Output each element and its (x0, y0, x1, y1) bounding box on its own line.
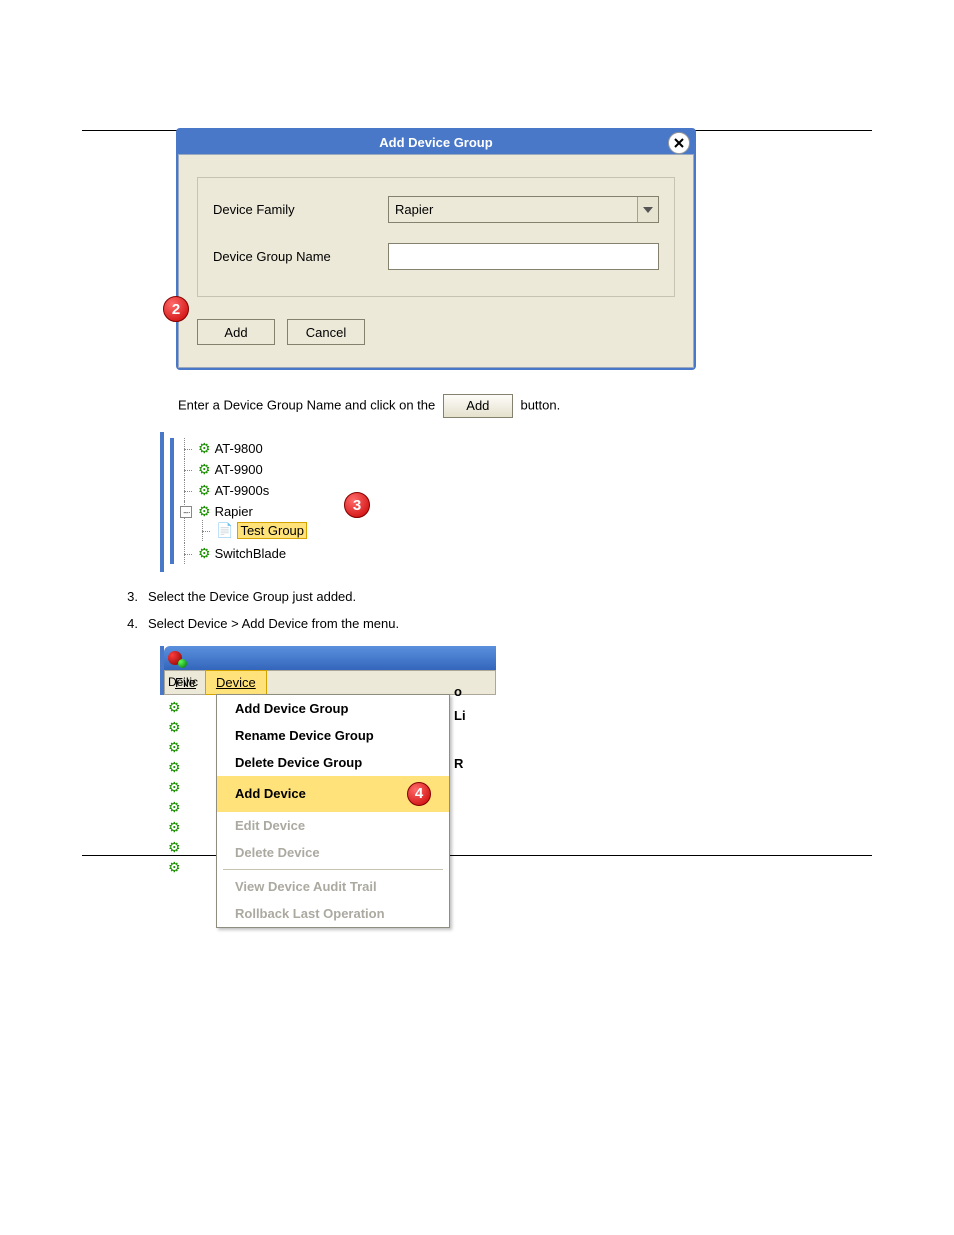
tree-item[interactable]: ⚙ SwitchBlade (194, 543, 368, 564)
tree-item[interactable]: ⚙ AT-9800 (194, 438, 368, 459)
device-group-name-input[interactable] (388, 243, 659, 270)
inline-add-button-label: Add (466, 396, 489, 416)
menu-edit-device: Edit Device (217, 812, 449, 839)
group-icon: ⚙ (198, 461, 211, 478)
document-icon: 📄 (216, 522, 233, 539)
menu-device-label: Device (216, 675, 256, 690)
step-text: Select Device > Add Device from the menu… (148, 615, 399, 634)
step-number: 4. (120, 615, 138, 634)
device-family-value: Rapier (389, 202, 439, 217)
menu-add-device-group[interactable]: Add Device Group (217, 695, 449, 722)
group-icon: ⚙ (168, 819, 181, 836)
device-family-label: Device Family (213, 202, 388, 217)
dialog-title: Add Device Group (178, 130, 694, 154)
tree-item[interactable]: – ⚙Rapier 📄Test Group (194, 501, 368, 543)
tree-item-label: AT-9900 (215, 462, 263, 477)
menu-rollback: Rollback Last Operation (217, 900, 449, 927)
chevron-down-icon[interactable] (637, 197, 658, 222)
add-button[interactable]: Add (197, 319, 275, 345)
group-icon: ⚙ (168, 759, 181, 776)
cancel-button[interactable]: Cancel (287, 319, 365, 345)
close-icon[interactable] (668, 132, 690, 154)
obscured-tree: ⚙ ⚙ ⚙ ⚙ ⚙ ⚙ ⚙ ⚙ ⚙ (168, 698, 181, 878)
group-icon: ⚙ (198, 482, 211, 499)
app-logo-icon (168, 651, 182, 665)
tree-item[interactable]: ⚙ AT-9900s (194, 480, 368, 501)
group-icon: ⚙ (168, 779, 181, 796)
numbered-steps: 3. Select the Device Group just added. 4.… (120, 588, 872, 634)
tree-item-label-selected: Test Group (237, 522, 307, 539)
tree-item-label: AT-9800 (215, 441, 263, 456)
dialog-button-row: Add Cancel (197, 319, 675, 345)
step-item: 4. Select Device > Add Device from the me… (120, 615, 872, 634)
add-button-label: Add (224, 325, 247, 340)
instruction-paragraph: Enter a Device Group Name and click on t… (178, 394, 872, 418)
device-tree: 3 ⚙AT-9800 ⚙AT-9900 ⚙AT-9900s – ⚙Rapier … (160, 432, 372, 572)
device-group-name-row: Device Group Name (213, 243, 659, 270)
menu-add-device-label: Add Device (235, 786, 306, 801)
tree-item-label: SwitchBlade (215, 546, 287, 561)
dialog-fieldset: Device Family Rapier Device Group Name (197, 177, 675, 297)
menu-add-device[interactable]: Add Device 4 (217, 776, 449, 812)
group-icon: ⚙ (168, 839, 181, 856)
group-icon: ⚙ (198, 503, 211, 520)
group-icon: ⚙ (168, 719, 181, 736)
menu-device[interactable]: Device (205, 670, 267, 695)
application-window: o Li R File Device Devic ⚙ ⚙ ⚙ ⚙ ⚙ ⚙ ⚙ ⚙ (160, 646, 496, 695)
menu-separator (223, 869, 443, 870)
group-icon: ⚙ (168, 859, 181, 876)
step-badge-2: 2 (163, 296, 189, 322)
step-badge-4: 4 (407, 782, 431, 806)
group-icon: ⚙ (168, 739, 181, 756)
tree-item[interactable]: ⚙ AT-9900 (194, 459, 368, 480)
tree-item-label: Rapier (215, 504, 253, 519)
device-family-row: Device Family Rapier (213, 196, 659, 223)
step-item: 3. Select the Device Group just added. (120, 588, 872, 607)
dialog-body: Device Family Rapier Device Group Name A… (178, 154, 694, 368)
menu-view-audit-trail: View Device Audit Trail (217, 873, 449, 900)
menu-delete-device: Delete Device (217, 839, 449, 866)
add-device-group-dialog: Add Device Group Device Family Rapier De… (176, 128, 696, 370)
panel-label: Devic (168, 675, 198, 689)
tree-item[interactable]: 📄Test Group (212, 520, 368, 541)
group-icon: ⚙ (198, 545, 211, 562)
collapse-toggle-icon[interactable]: – (180, 506, 192, 518)
menu-rename-device-group[interactable]: Rename Device Group (217, 722, 449, 749)
device-menu-dropdown: Add Device Group Rename Device Group Del… (216, 694, 450, 928)
group-icon: ⚙ (198, 440, 211, 457)
app-titlebar (164, 646, 496, 670)
device-group-name-label: Device Group Name (213, 249, 388, 264)
menu-delete-device-group[interactable]: Delete Device Group (217, 749, 449, 776)
group-icon: ⚙ (168, 799, 181, 816)
cancel-button-label: Cancel (306, 325, 346, 340)
device-family-select[interactable]: Rapier (388, 196, 659, 223)
tree-item-label: AT-9900s (215, 483, 270, 498)
inline-add-button[interactable]: Add (443, 394, 513, 418)
group-icon: ⚙ (168, 699, 181, 716)
page-bottom-rule (82, 855, 872, 856)
step-text: Select the Device Group just added. (148, 588, 356, 607)
step-number: 3. (120, 588, 138, 607)
